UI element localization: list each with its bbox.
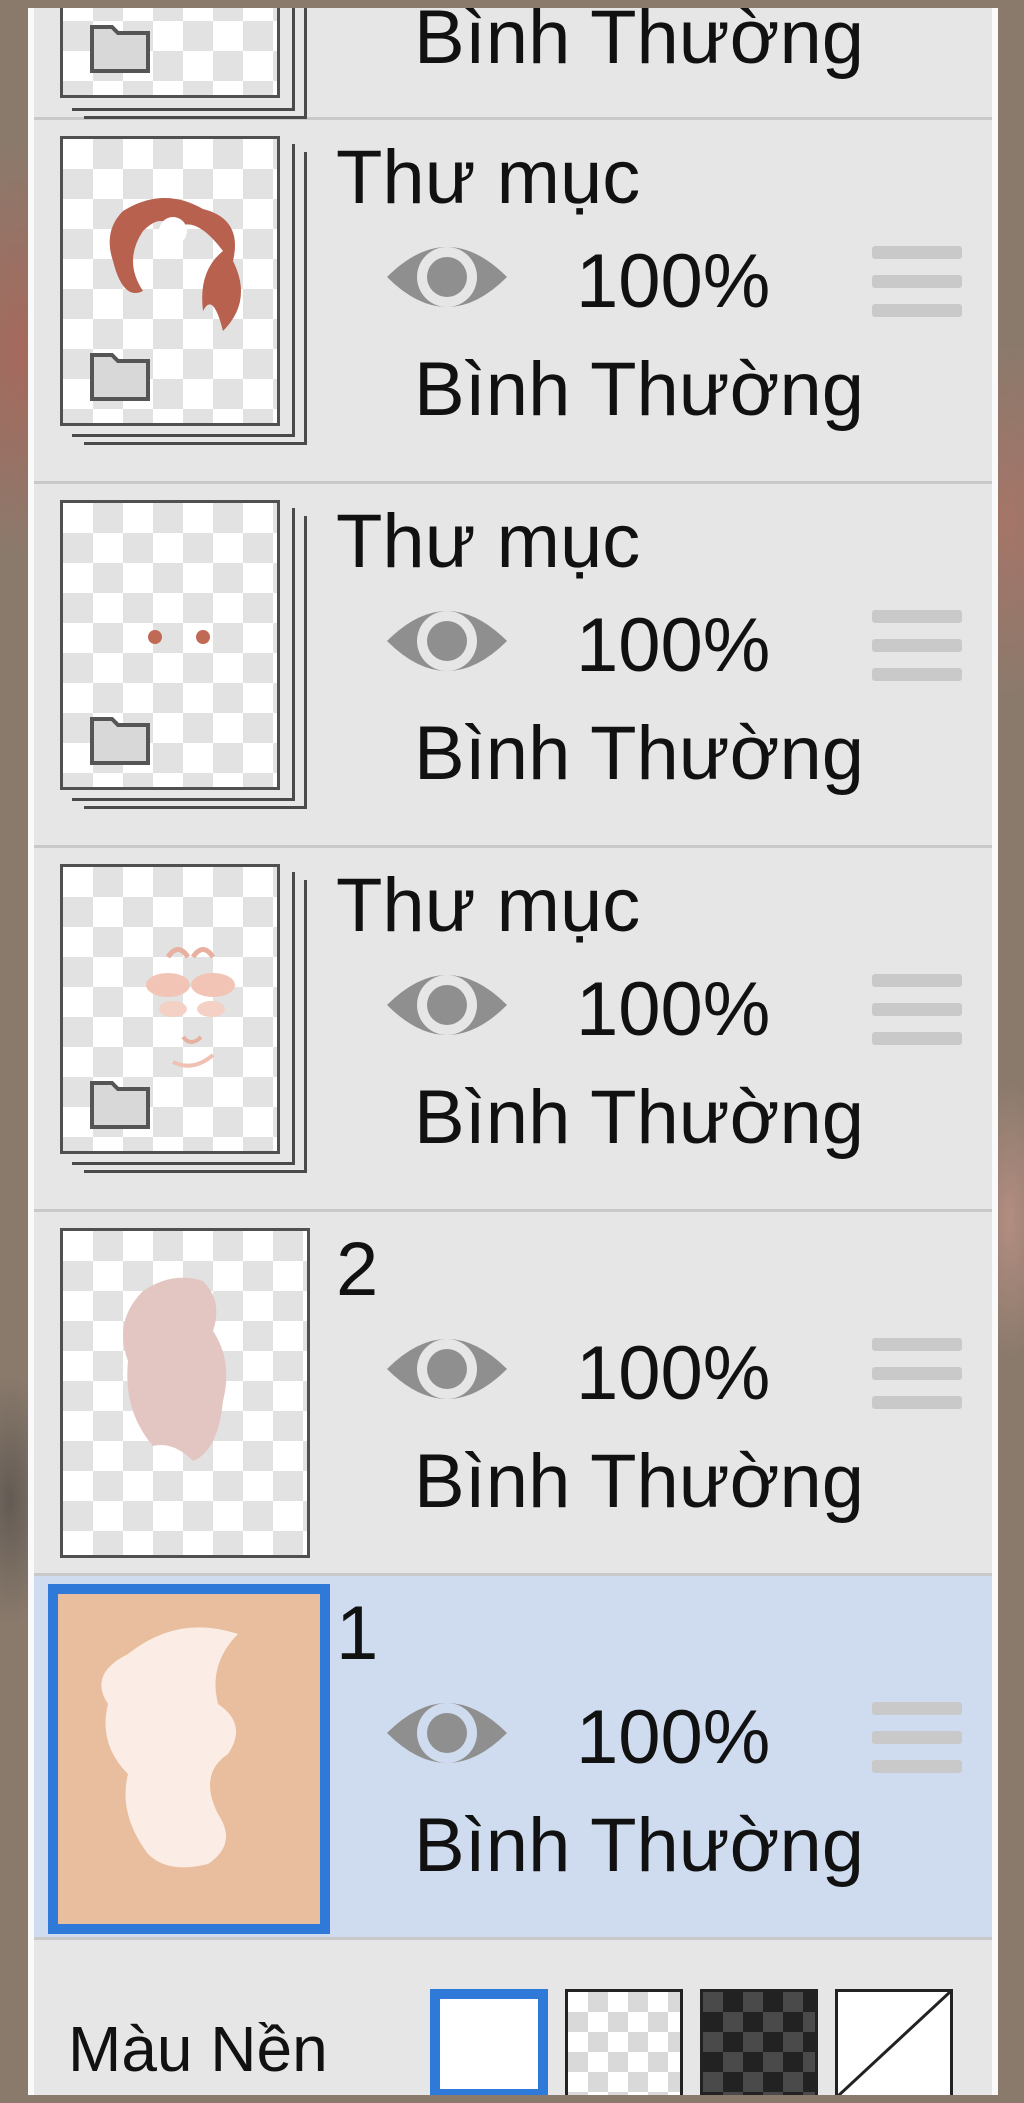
layer-thumbnail bbox=[60, 136, 325, 445]
drag-handle-icon[interactable] bbox=[870, 1698, 964, 1778]
eye-icon[interactable] bbox=[382, 1688, 512, 1778]
layer-name[interactable]: Thư mục bbox=[336, 504, 640, 580]
layer-name[interactable]: 2 bbox=[336, 1232, 378, 1308]
thumbnail-image bbox=[60, 136, 280, 426]
bg-swatch-light-checker[interactable] bbox=[565, 1989, 683, 2095]
diagonal-slash-icon bbox=[836, 1990, 952, 2095]
bg-swatch-white[interactable] bbox=[430, 1989, 548, 2095]
hair-art-preview bbox=[109, 197, 242, 331]
bg-swatch-dark-checker[interactable] bbox=[700, 1989, 818, 2095]
thumbnail-image bbox=[60, 1228, 310, 1558]
blend-mode-label[interactable]: Bình Thường bbox=[414, 716, 864, 792]
layer-name[interactable]: Thư mục bbox=[336, 140, 640, 216]
layer-thumbnail bbox=[60, 8, 325, 119]
thumbnail-image bbox=[60, 500, 280, 790]
layer-row-folder[interactable]: Thư mục 100% Bình Thường bbox=[34, 484, 992, 848]
blend-mode-label[interactable]: Bình Thường bbox=[414, 1444, 864, 1520]
layer-thumbnail bbox=[60, 500, 325, 809]
layer-name[interactable]: Thư mục bbox=[336, 868, 640, 944]
opacity-value[interactable]: 100% bbox=[576, 608, 770, 684]
skin-shadow-art-preview bbox=[123, 1277, 227, 1461]
drag-handle-icon[interactable] bbox=[870, 970, 964, 1050]
eye-icon[interactable] bbox=[382, 596, 512, 686]
layer-name[interactable]: 1 bbox=[336, 1596, 378, 1672]
blend-mode-label[interactable]: Bình Thường bbox=[414, 352, 864, 428]
eye-icon[interactable] bbox=[382, 960, 512, 1050]
drag-handle-icon[interactable] bbox=[870, 242, 964, 322]
opacity-value[interactable]: 100% bbox=[576, 1336, 770, 1412]
eyes-art-preview bbox=[148, 630, 210, 644]
layers-panel: Bình Thường Thư mục 100% Bình Thường Thư… bbox=[28, 8, 998, 2095]
drag-handle-icon[interactable] bbox=[870, 606, 964, 686]
folder-icon bbox=[90, 353, 150, 401]
skin-base-art-preview bbox=[101, 1627, 238, 1868]
folder-icon bbox=[90, 1081, 150, 1129]
layer-thumbnail bbox=[48, 1584, 330, 1934]
eye-icon[interactable] bbox=[382, 232, 512, 322]
face-details-art-preview bbox=[146, 947, 235, 1068]
blend-mode-label[interactable]: Bình Thường bbox=[414, 1080, 864, 1156]
layer-row-selected[interactable]: 1 100% Bình Thường bbox=[34, 1576, 992, 1940]
layer-row-folder[interactable]: Thư mục 100% Bình Thường bbox=[34, 120, 992, 484]
blend-mode-label[interactable]: Bình Thường bbox=[414, 1808, 864, 1884]
layer-thumbnail bbox=[60, 864, 325, 1173]
background-color-label: Màu Nền bbox=[68, 2013, 328, 2085]
bg-swatch-none[interactable] bbox=[835, 1989, 953, 2095]
eye-icon[interactable] bbox=[382, 1324, 512, 1414]
blend-mode-label[interactable]: Bình Thường bbox=[414, 8, 864, 76]
layer-thumbnail bbox=[60, 1228, 325, 1558]
layer-row[interactable]: 2 100% Bình Thường bbox=[34, 1212, 992, 1576]
thumbnail-image bbox=[60, 864, 280, 1154]
folder-icon bbox=[90, 25, 150, 73]
opacity-value[interactable]: 100% bbox=[576, 1700, 770, 1776]
drag-handle-icon[interactable] bbox=[870, 1334, 964, 1414]
opacity-value[interactable]: 100% bbox=[576, 244, 770, 320]
folder-icon bbox=[90, 717, 150, 765]
background-color-bar: Màu Nền bbox=[34, 1953, 992, 2095]
opacity-value[interactable]: 100% bbox=[576, 972, 770, 1048]
thumbnail-image bbox=[48, 1584, 330, 1934]
layer-row-folder[interactable]: Thư mục 100% Bình Thường bbox=[34, 848, 992, 1212]
layer-row-folder-partial[interactable]: Bình Thường bbox=[34, 8, 992, 120]
thumbnail-image bbox=[60, 8, 280, 98]
